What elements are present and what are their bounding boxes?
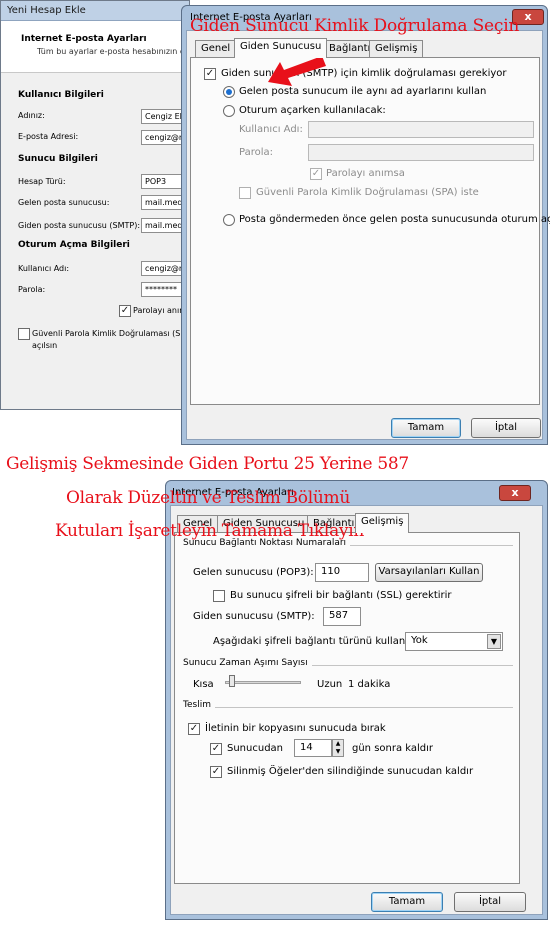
- incoming-port-input[interactable]: 110: [315, 563, 369, 582]
- top-settings-dialog: Internet E-posta Ayarları x Genel Giden …: [181, 5, 550, 445]
- pop-before-smtp-label: Posta göndermeden önce gelen posta sunuc…: [239, 214, 550, 225]
- spinner-up-icon[interactable]: ▲: [333, 740, 343, 748]
- incoming-port-label: Gelen sunucusu (POP3):: [193, 567, 314, 578]
- bottom-ok-button[interactable]: Tamam: [371, 892, 443, 912]
- close-icon: x: [524, 10, 532, 23]
- delivery-group-line: [183, 707, 513, 708]
- remove-deleted-label: Silinmiş Öğeler'den silindiğinde sunucud…: [227, 766, 474, 777]
- top-password-label: Parola:: [239, 147, 273, 158]
- email-label: E-posta Adresi:: [18, 132, 79, 141]
- account-type-label: Hesap Türü:: [18, 177, 66, 186]
- remove-after-days-input[interactable]: 14: [294, 739, 332, 757]
- bottom-settings-dialog: Internet E-posta Ayarları x Genel Giden …: [165, 480, 548, 920]
- new-account-titlebar: Yeni Hesap Ekle: [1, 1, 189, 21]
- annotation-middle-line1: Gelişmiş Sekmesinde Giden Portu 25 Yerin…: [6, 454, 409, 474]
- bottom-dialog-close-button[interactable]: x: [499, 485, 531, 501]
- timeout-value: 1 dakika: [348, 679, 391, 690]
- annotation-top: Giden Sunucu Kimlik Doğrulama Seçin: [190, 16, 520, 36]
- advanced-panel: Sunucu Bağlantı Noktası Numaraları Gelen…: [174, 532, 520, 884]
- days-spinner[interactable]: ▲ ▼: [332, 739, 344, 757]
- leave-copy-label: İletinin bir kopyasını sunucuda bırak: [205, 723, 386, 734]
- top-remember-password-checkbox[interactable]: [310, 168, 322, 180]
- server-info-heading: Sunucu Bilgileri: [18, 154, 98, 164]
- top-cancel-button[interactable]: İptal: [471, 418, 541, 438]
- logon-using-label: Oturum açarken kullanılacak:: [239, 105, 386, 116]
- spinner-down-icon[interactable]: ▼: [333, 748, 343, 756]
- wizard-header-title: Internet E-posta Ayarları: [21, 34, 147, 44]
- encryption-select[interactable]: Yok ▼: [405, 632, 503, 651]
- ssl-checkbox[interactable]: [213, 590, 225, 602]
- arrow-icon: [268, 56, 326, 86]
- bottom-cancel-button[interactable]: İptal: [454, 892, 526, 912]
- wizard-header: Internet E-posta Ayarları Tüm bu ayarlar…: [1, 21, 217, 73]
- spa-label-line2: açılsın: [32, 341, 58, 350]
- outgoing-port-label: Giden sunucusu (SMTP):: [193, 611, 315, 622]
- top-username-input[interactable]: [308, 121, 534, 138]
- red-arrow-annotation: [268, 56, 326, 86]
- close-icon: x: [511, 486, 519, 499]
- top-tab-general[interactable]: Genel: [195, 40, 237, 58]
- remove-after-days-value: 14: [300, 742, 313, 753]
- username-label: Kullanıcı Adı:: [18, 264, 70, 273]
- spa-checkbox[interactable]: [18, 328, 30, 340]
- outgoing-server-label: Giden posta sunucusu (SMTP):: [18, 221, 141, 230]
- timeout-group-title: Sunucu Zaman Aşımı Sayısı: [183, 658, 312, 668]
- annotation-middle-line2: Olarak Düzeltin ve Teslim Bölümü: [66, 488, 350, 508]
- bottom-tab-advanced[interactable]: Gelişmiş: [355, 513, 410, 533]
- remove-deleted-checkbox[interactable]: [210, 766, 222, 778]
- smtp-auth-checkbox[interactable]: [204, 68, 216, 80]
- remember-password-checkbox[interactable]: [119, 305, 131, 317]
- password-label: Parola:: [18, 285, 46, 294]
- top-password-input[interactable]: [308, 144, 534, 161]
- pop-before-smtp-radio[interactable]: [223, 214, 235, 226]
- same-settings-radio[interactable]: [223, 86, 235, 98]
- new-account-title: Yeni Hesap Ekle: [7, 5, 86, 16]
- top-spa-checkbox[interactable]: [239, 187, 251, 199]
- remember-password-label: Parolayı anım: [133, 306, 187, 315]
- remove-after-label: Sunucudan: [227, 743, 284, 754]
- chevron-down-icon[interactable]: ▼: [487, 634, 501, 649]
- timeout-long-label: Uzun: [317, 679, 343, 690]
- annotation-middle-line3: Kutuları İşaretleyin Tamama Tıklayın: [55, 521, 364, 541]
- timeout-slider-thumb[interactable]: [229, 675, 235, 687]
- leave-copy-checkbox[interactable]: [188, 723, 200, 735]
- new-account-window: Yeni Hesap Ekle Internet E-posta Ayarlar…: [0, 0, 217, 410]
- remove-after-suffix: gün sonra kaldır: [352, 743, 434, 754]
- timeout-short-label: Kısa: [193, 679, 214, 690]
- spa-label: Güvenli Parola Kimlik Doğrulaması (SPA): [32, 329, 194, 338]
- top-dialog-body: Genel Giden Sunucusu Bağlantı Gelişmiş G…: [186, 30, 550, 440]
- bottom-dialog-body: Genel Giden Sunucusu Bağlantı Gelişmiş S…: [170, 505, 543, 915]
- user-info-heading: Kullanıcı Bilgileri: [18, 90, 104, 100]
- outgoing-server-panel: Giden sunucum (SMTP) için kimlik doğrula…: [190, 57, 550, 405]
- top-username-label: Kullanıcı Adı:: [239, 124, 303, 135]
- top-tab-outgoing-server[interactable]: Giden Sunucusu: [234, 38, 328, 58]
- top-spa-label: Güvenli Parola Kimlik Doğrulaması (SPA) …: [256, 187, 479, 198]
- top-remember-password-label: Parolayı anımsa: [326, 168, 405, 179]
- top-ok-button[interactable]: Tamam: [391, 418, 461, 438]
- outgoing-port-input[interactable]: 587: [323, 607, 361, 626]
- top-tab-advanced[interactable]: Gelişmiş: [369, 40, 424, 58]
- timeout-slider-track[interactable]: [225, 681, 301, 684]
- logon-info-heading: Oturum Açma Bilgileri: [18, 240, 130, 250]
- name-label: Adınız:: [18, 111, 45, 120]
- remove-after-checkbox[interactable]: [210, 743, 222, 755]
- encryption-select-value: Yok: [411, 635, 428, 646]
- incoming-server-label: Gelen posta sunucusu:: [18, 198, 110, 207]
- use-defaults-button[interactable]: Varsayılanları Kullan: [375, 563, 483, 582]
- ssl-label: Bu sunucu şifreli bir bağlantı (SSL) ger…: [230, 590, 452, 601]
- encryption-label: Aşağıdaki şifreli bağlantı türünü kullan…: [213, 636, 409, 647]
- delivery-group-title: Teslim: [183, 700, 215, 710]
- logon-using-radio[interactable]: [223, 105, 235, 117]
